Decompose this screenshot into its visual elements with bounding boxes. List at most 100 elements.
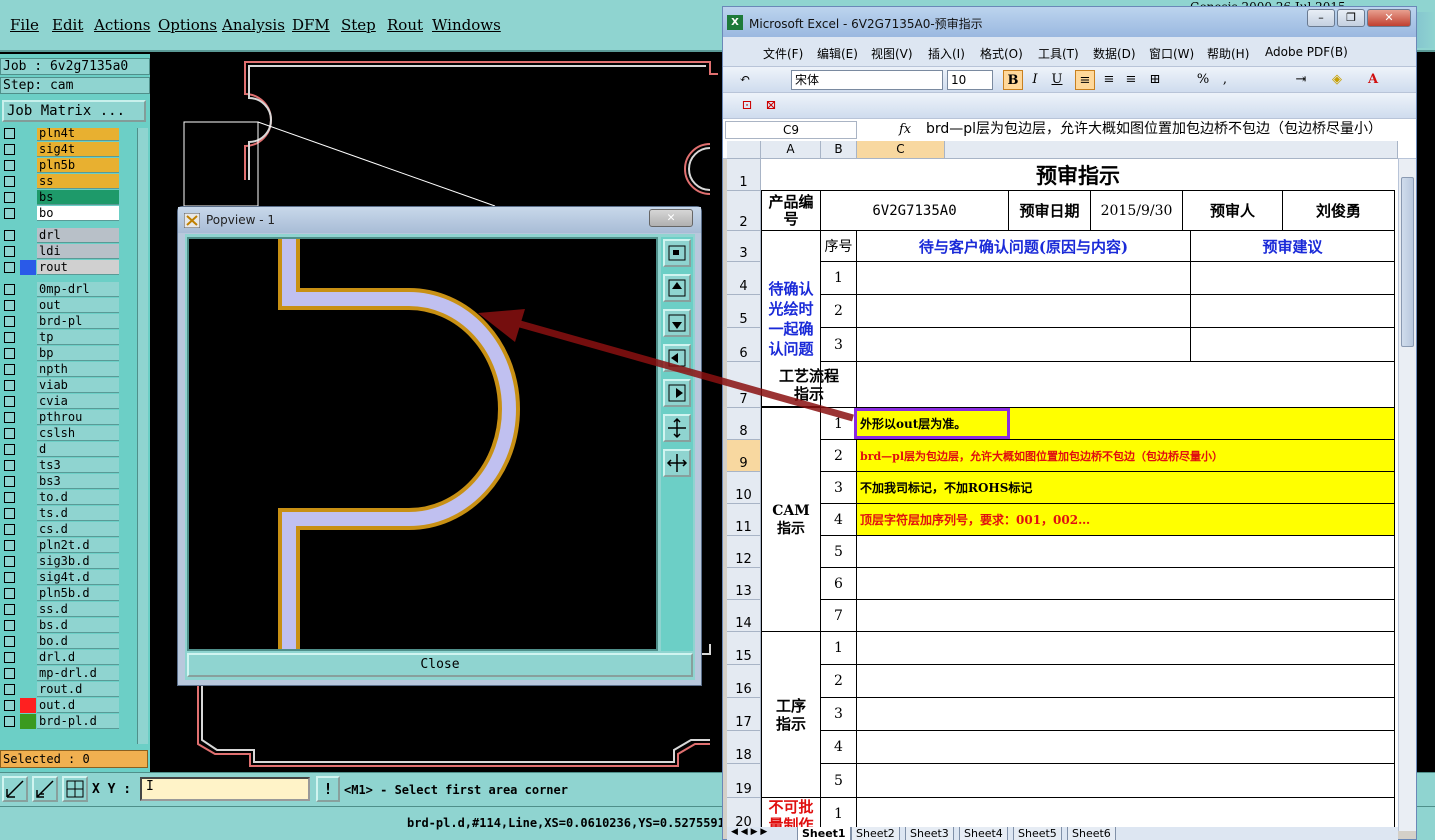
layer-checkbox[interactable] [4, 208, 15, 219]
layer-checkbox[interactable] [4, 476, 15, 487]
layer-name[interactable]: sig3b.d [37, 554, 119, 569]
layer-checkbox[interactable] [4, 316, 15, 327]
popview-close-button[interactable]: Close [187, 653, 693, 677]
pv-tool-zoom-in[interactable] [663, 414, 691, 442]
cam-item-3[interactable]: 不加我司标记，不加ROHS标记 [857, 472, 1395, 504]
layer-name[interactable]: sig4t [37, 142, 119, 157]
layer-name[interactable]: d [37, 442, 119, 457]
layer-color-swatch[interactable] [20, 714, 36, 729]
layer-checkbox[interactable] [4, 262, 15, 273]
layer-checkbox[interactable] [4, 428, 15, 439]
layer-color-swatch[interactable] [20, 554, 36, 569]
layer-checkbox[interactable] [4, 396, 15, 407]
process-item-4[interactable] [857, 731, 1395, 764]
cam-seq-6[interactable]: 6 [821, 568, 857, 600]
spreadsheet-grid[interactable]: A B C 预审指示 产品编号 6V2G7135A0 预审日期 2015/9/3… [727, 141, 1398, 831]
layer-row[interactable]: ss.d [2, 602, 119, 617]
layer-row[interactable]: npth [2, 362, 119, 377]
layer-name[interactable]: pln2t.d [37, 538, 119, 553]
fill-color-icon[interactable]: ◈ [1327, 70, 1347, 90]
layer-checkbox[interactable] [4, 604, 15, 615]
reviewer-value[interactable]: 刘俊勇 [1283, 191, 1395, 231]
cam-seq-4[interactable]: 4 [821, 504, 857, 536]
undo-icon[interactable]: ↶ [735, 70, 755, 90]
italic-icon[interactable]: I [1025, 70, 1045, 90]
pdf-convert-icon[interactable]: ⊡ [737, 96, 757, 116]
comma-icon[interactable]: , [1215, 70, 1235, 90]
flow-content[interactable] [857, 362, 1395, 408]
layer-checkbox[interactable] [4, 300, 15, 311]
layer-checkbox[interactable] [4, 668, 15, 679]
layer-row[interactable]: d [2, 442, 119, 457]
font-color-icon[interactable]: A [1363, 70, 1383, 90]
row-header[interactable]: 16 [727, 665, 761, 698]
xl-menu-adobe-pdf[interactable]: Adobe PDF(B) [1265, 45, 1348, 59]
layer-name[interactable]: 0mp-drl [37, 282, 119, 297]
layer-color-swatch[interactable] [20, 362, 36, 377]
layer-row[interactable]: ldi [2, 244, 119, 259]
tab-sheet2[interactable]: Sheet2 [851, 827, 900, 840]
layer-color-swatch[interactable] [20, 698, 36, 713]
xy-input[interactable]: I [140, 777, 310, 801]
pv-tool-pan-down[interactable] [663, 309, 691, 337]
menu-windows[interactable]: Windows [432, 16, 501, 34]
layer-color-swatch[interactable] [20, 298, 36, 313]
layer-row[interactable]: ss [2, 174, 119, 189]
popview-titlebar[interactable]: Popview - 1 ✕ [178, 207, 701, 233]
layer-row[interactable]: viab [2, 378, 119, 393]
layer-checkbox[interactable] [4, 636, 15, 647]
layer-row[interactable]: brd-pl.d [2, 714, 119, 729]
layer-row[interactable]: brd-pl [2, 314, 119, 329]
minimize-icon[interactable]: – [1307, 9, 1335, 27]
layer-checkbox[interactable] [4, 192, 15, 203]
layer-color-swatch[interactable] [20, 666, 36, 681]
layer-name[interactable]: bs3 [37, 474, 119, 489]
layer-color-swatch[interactable] [20, 314, 36, 329]
cam-seq-1[interactable]: 1 [821, 408, 857, 440]
process-item-1[interactable] [857, 632, 1395, 665]
layer-color-swatch[interactable] [20, 458, 36, 473]
row-header[interactable]: 5 [727, 295, 761, 328]
process-item-3[interactable] [857, 698, 1395, 731]
layer-row[interactable]: mp-drl.d [2, 666, 119, 681]
col-header-a[interactable]: A [761, 141, 821, 159]
formula-input[interactable]: brd—pl层为包边层，允许大概如图位置加包边桥不包边（包边桥尽量小） [926, 120, 1411, 138]
layer-color-swatch[interactable] [20, 244, 36, 259]
font-size-select[interactable]: 10 [947, 70, 993, 90]
cam-item-4[interactable]: 顶层字符层加序列号，要求：001，002… [857, 504, 1395, 536]
tab-sheet5[interactable]: Sheet5 [1013, 827, 1062, 840]
layer-name[interactable]: cvia [37, 394, 119, 409]
layer-name[interactable]: out [37, 298, 119, 313]
tab-sheet1[interactable]: Sheet1 [797, 827, 851, 840]
layer-name[interactable]: brd-pl.d [37, 714, 119, 729]
layer-checkbox[interactable] [4, 128, 15, 139]
menu-actions[interactable]: Actions [94, 16, 150, 34]
layer-name[interactable]: drl.d [37, 650, 119, 665]
confirm-issue-2[interactable] [857, 295, 1191, 328]
font-name-select[interactable]: 宋体 [791, 70, 943, 90]
layer-row[interactable]: drl.d [2, 650, 119, 665]
menu-file[interactable]: File [10, 16, 39, 34]
align-center-icon[interactable]: ≡ [1099, 70, 1119, 90]
layer-color-swatch[interactable] [20, 538, 36, 553]
process-seq-3[interactable]: 3 [821, 698, 857, 731]
confirm-issue-1[interactable] [857, 262, 1191, 295]
layer-row[interactable]: sig4t [2, 142, 119, 157]
layer-row[interactable]: cs.d [2, 522, 119, 537]
layer-row[interactable]: cvia [2, 394, 119, 409]
layer-color-swatch[interactable] [20, 394, 36, 409]
layer-name[interactable]: sig4t.d [37, 570, 119, 585]
layer-checkbox[interactable] [4, 348, 15, 359]
layer-row[interactable]: bo.d [2, 634, 119, 649]
row-header[interactable]: 13 [727, 568, 761, 600]
layer-color-swatch[interactable] [20, 634, 36, 649]
layer-color-swatch[interactable] [20, 228, 36, 243]
confirm-issue-3[interactable] [857, 328, 1191, 362]
layer-name[interactable]: bo.d [37, 634, 119, 649]
layer-row[interactable]: pthrou [2, 410, 119, 425]
layer-name[interactable]: pln5b.d [37, 586, 119, 601]
review-date-value[interactable]: 2015/9/30 [1091, 191, 1183, 231]
layer-name[interactable]: tp [37, 330, 119, 345]
layer-row[interactable]: out.d [2, 698, 119, 713]
layer-checkbox[interactable] [4, 684, 15, 695]
